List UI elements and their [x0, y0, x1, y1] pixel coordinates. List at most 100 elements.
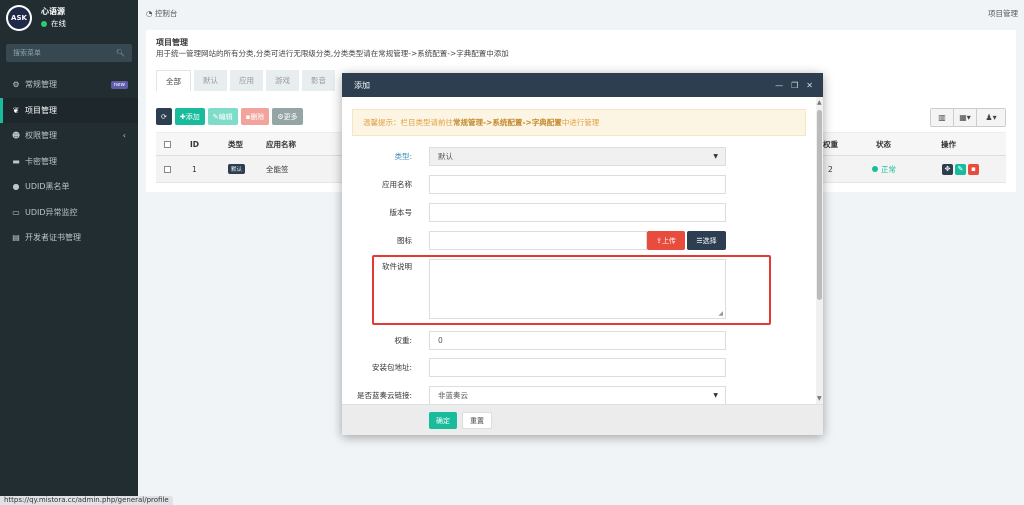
choose-label: 选择	[702, 236, 717, 245]
tab-all[interactable]: 全部	[156, 70, 191, 91]
type-value: 默认	[438, 152, 453, 161]
sidebar-item-label: 项目管理	[25, 105, 57, 115]
sidebar-item-certificates[interactable]: ▤ 开发者证书管理	[0, 225, 138, 251]
add-label: 添加	[185, 112, 200, 121]
dialog-title: 添加	[354, 80, 370, 90]
scroll-down-icon[interactable]: ▼	[817, 395, 822, 402]
sidebar-item-label: UDID黑名单	[25, 182, 70, 192]
sidebar-item-udid-blacklist[interactable]: ● UDID黑名单	[0, 174, 138, 200]
caret-down-icon: ▼	[713, 153, 718, 160]
tip-text: 温馨提示：栏目类型请前往	[363, 118, 453, 127]
scroll-up-icon[interactable]: ▲	[817, 99, 822, 106]
drag-button[interactable]: ✥	[942, 163, 953, 175]
move-icon: ✥	[944, 165, 951, 173]
avatar[interactable]: ASK	[6, 5, 32, 31]
group-icon: ☻	[11, 131, 21, 141]
edit-label: 编辑	[218, 112, 233, 121]
minimize-icon[interactable]: —	[775, 81, 783, 90]
tab-default[interactable]: 默认	[194, 70, 227, 91]
status-dot-icon	[41, 21, 47, 27]
maximize-icon[interactable]: ❐	[791, 81, 798, 90]
type-row: 类型: 默认 ▼	[342, 147, 816, 166]
sidebar-item-label: 常规管理	[25, 80, 57, 90]
weight-input[interactable]: 0	[429, 331, 726, 350]
grid-icon: ▦▾	[959, 113, 971, 122]
online-status: 在线	[41, 18, 66, 30]
columns-dropdown[interactable]: ▦▾	[954, 109, 977, 126]
caret-down-icon: ▼	[713, 392, 718, 399]
description-highlight	[372, 255, 771, 325]
menu-search-input[interactable]: 搜索菜单 🔍︎	[6, 44, 132, 62]
col-status[interactable]: 状态	[876, 133, 891, 155]
breadcrumb[interactable]: ◔ 控制台	[146, 8, 177, 19]
app-name-input[interactable]	[429, 175, 726, 194]
page-heading-right: 项目管理	[988, 8, 1018, 18]
tip-alert: 温馨提示：栏目类型请前往 常规管理 -> 系统配置 -> 字典配置 中进行管理	[352, 109, 806, 136]
dialog-footer: 确定 重置	[342, 404, 823, 435]
col-name[interactable]: 应用名称	[266, 133, 296, 155]
sidebar-item-projects[interactable]: ❦ 项目管理	[0, 97, 138, 123]
sidebar-item-general[interactable]: ⚙ 常规管理 new	[0, 72, 138, 98]
version-input[interactable]	[429, 203, 726, 222]
sidebar-item-label: 权限管理	[25, 131, 57, 141]
dialog-scrollbar[interactable]: ▲ ▼	[816, 97, 823, 404]
row-weight: 2	[828, 164, 833, 174]
weight-value: 0	[438, 336, 443, 345]
row-edit-button[interactable]: ✎	[955, 163, 966, 175]
sidebar-item-cards[interactable]: ▬ 卡密管理	[0, 149, 138, 175]
col-type[interactable]: 类型	[228, 133, 243, 155]
package-url-input[interactable]	[429, 358, 726, 377]
row-delete-button[interactable]: ▪	[968, 163, 979, 175]
name-row: 应用名称	[342, 175, 816, 194]
row-checkbox[interactable]	[164, 165, 171, 173]
logo-icon: ASK	[8, 7, 30, 29]
leaf-icon: ❦	[12, 105, 20, 115]
sidebar-item-udid-monitor[interactable]: ▭ UDID异常监控	[0, 200, 138, 226]
tab-app[interactable]: 应用	[230, 70, 263, 91]
tip-suffix: 中进行管理	[561, 118, 600, 127]
refresh-button[interactable]: ⟳	[156, 108, 172, 125]
brand: ASK 心语源 在线	[0, 0, 138, 36]
col-id[interactable]: ID	[190, 133, 199, 155]
weight-label: 权重:	[394, 336, 412, 345]
name-label: 应用名称	[382, 180, 412, 189]
toggle-view-button[interactable]: ▥	[931, 109, 954, 126]
delete-button[interactable]: ▪ 删除	[240, 108, 270, 125]
version-row: 版本号	[342, 203, 816, 222]
type-select[interactable]: 默认 ▼	[429, 147, 726, 166]
edit-button[interactable]: ✎ 编辑	[207, 108, 238, 125]
sidebar-item-label: 开发者证书管理	[25, 233, 81, 243]
add-button[interactable]: ✚ 添加	[174, 108, 205, 125]
sidebar-item-permissions[interactable]: ☻ 权限管理 ‹	[0, 123, 138, 149]
icon-row: 图标 ⇪ 上传 ☰ 选择	[342, 231, 816, 250]
row-id: 1	[192, 164, 197, 174]
add-dialog: 添加 — ❐ ✕ 温馨提示：栏目类型请前往 常规管理 -> 系统配置 -> 字典配置 中进行…	[342, 73, 823, 435]
choose-button[interactable]: ☰ 选择	[687, 231, 726, 250]
confirm-button[interactable]: 确定	[429, 412, 457, 429]
table-tools: ▥ ▦▾ ♟▾	[930, 108, 1006, 127]
upload-button[interactable]: ⇪ 上传	[647, 231, 685, 250]
icon-url-input[interactable]	[429, 231, 647, 250]
type-label: 类型:	[394, 152, 412, 161]
dialog-body: 温馨提示：栏目类型请前往 常规管理 -> 系统配置 -> 字典配置 中进行管理 类型: 默认…	[342, 97, 816, 404]
search-icon[interactable]: 🔍︎	[116, 49, 125, 57]
weight-row: 权重: 0	[342, 331, 816, 350]
select-all-checkbox[interactable]	[164, 140, 171, 148]
sidebar-item-label: UDID异常监控	[25, 207, 78, 217]
online-label: 在线	[51, 19, 66, 28]
lanzou-select[interactable]: 非蓝奏云 ▼	[429, 386, 726, 404]
gears-icon: ⚙	[12, 80, 20, 90]
card-icon: ▬	[12, 156, 20, 166]
dashboard-icon: ◔	[146, 8, 155, 18]
dialog-header: 添加 — ❐ ✕	[342, 73, 823, 97]
export-dropdown[interactable]: ♟▾	[977, 109, 1005, 126]
close-icon[interactable]: ✕	[806, 81, 813, 90]
col-weight[interactable]: 权重	[823, 133, 838, 155]
icon-label: 图标	[397, 236, 412, 245]
more-button[interactable]: ⚙ 更多	[272, 108, 303, 125]
scroll-thumb[interactable]	[817, 110, 822, 300]
reset-button[interactable]: 重置	[462, 412, 492, 429]
tab-media[interactable]: 影音	[302, 70, 335, 91]
lanzou-label: 是否蓝奏云链接:	[356, 391, 412, 400]
tab-game[interactable]: 游戏	[266, 70, 299, 91]
